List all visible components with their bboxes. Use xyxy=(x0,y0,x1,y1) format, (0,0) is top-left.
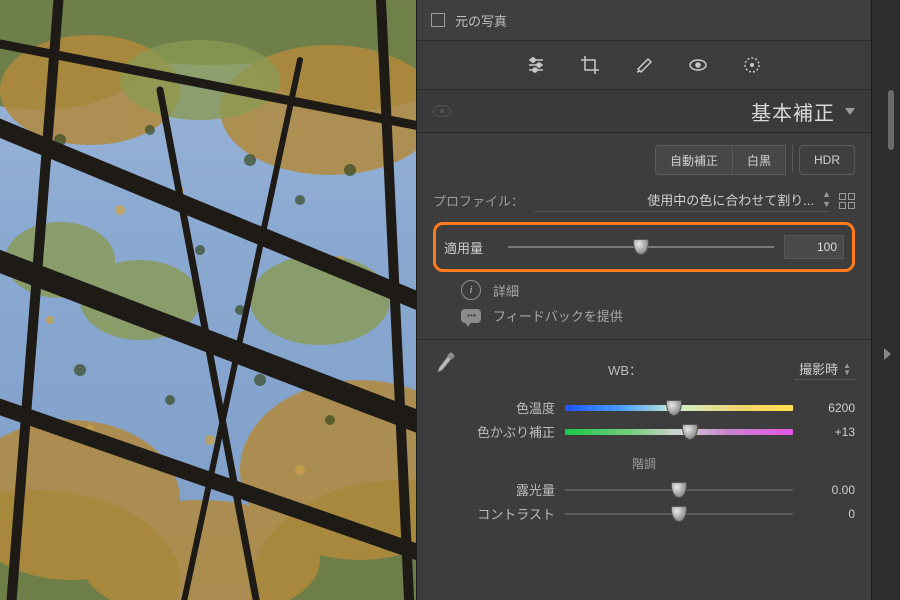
visibility-icon[interactable] xyxy=(688,55,708,75)
detail-label: 詳細 xyxy=(493,281,519,300)
wb-row: WB： 撮影時 ▲▼ xyxy=(433,352,855,386)
exposure-slider[interactable] xyxy=(565,481,793,499)
profile-browser-icon[interactable] xyxy=(839,193,855,209)
chat-icon xyxy=(461,309,481,323)
panel-eye-icon[interactable] xyxy=(433,105,451,117)
photo-preview xyxy=(0,0,417,600)
tint-label: 色かぶり補正 xyxy=(433,422,555,441)
panel-edge xyxy=(871,0,900,600)
toolstrip xyxy=(417,41,871,90)
exposure-value[interactable]: 0.00 xyxy=(803,483,855,497)
amount-label: 適用量 xyxy=(444,238,498,257)
updown-icon: ▲▼ xyxy=(822,189,829,209)
temperature-label: 色温度 xyxy=(433,398,555,417)
amount-value[interactable]: 100 xyxy=(784,235,844,259)
develop-panel: 元の写真 基本補正 自動補正 白黒 HDR xyxy=(417,0,871,600)
edit-sliders-icon[interactable] xyxy=(526,55,546,75)
crop-icon[interactable] xyxy=(580,55,600,75)
profile-value: 使用中の色に合わせて割り... xyxy=(647,190,814,209)
panel-collapse-icon[interactable] xyxy=(845,108,855,115)
preview-svg xyxy=(0,0,416,600)
button-divider xyxy=(792,145,793,173)
temperature-value[interactable]: 6200 xyxy=(803,401,855,415)
auto-button[interactable]: 自動補正 xyxy=(655,145,733,175)
amount-slider[interactable] xyxy=(508,238,774,256)
feedback-label: フィードバックを提供 xyxy=(493,306,623,325)
profile-label: プロファイル： xyxy=(433,191,524,210)
amount-highlight: 適用量 100 xyxy=(433,222,855,272)
tint-value[interactable]: +13 xyxy=(803,425,855,439)
contrast-label: コントラスト xyxy=(433,504,555,523)
temperature-slider[interactable] xyxy=(565,399,793,417)
wb-preset: 撮影時 xyxy=(799,359,838,378)
panel-title: 基本補正 xyxy=(751,97,835,126)
scroll-grip[interactable] xyxy=(888,90,894,150)
exposure-row: 露光量 0.00 xyxy=(433,480,855,499)
heal-icon[interactable] xyxy=(634,55,654,75)
exposure-label: 露光量 xyxy=(433,480,555,499)
divider xyxy=(417,339,871,340)
radial-icon[interactable] xyxy=(742,55,762,75)
feedback-link[interactable]: フィードバックを提供 xyxy=(461,306,855,325)
contrast-slider[interactable] xyxy=(565,505,793,523)
tint-row: 色かぶり補正 +13 xyxy=(433,422,855,441)
tint-slider[interactable] xyxy=(565,423,793,441)
updown-icon: ▲▼ xyxy=(843,362,851,376)
tone-section-label: 階調 xyxy=(433,455,855,472)
wb-label: WB： xyxy=(467,360,783,379)
eyedropper-icon[interactable] xyxy=(433,352,455,386)
hdr-button[interactable]: HDR xyxy=(799,145,855,175)
contrast-value[interactable]: 0 xyxy=(803,507,855,521)
treatment-buttons: 自動補正 白黒 HDR xyxy=(433,145,855,175)
profile-row: プロファイル： 使用中の色に合わせて割り... ▲▼ xyxy=(433,189,855,212)
contrast-row: コントラスト 0 xyxy=(433,504,855,523)
detail-link[interactable]: i 詳細 xyxy=(461,280,855,300)
square-icon xyxy=(431,13,445,27)
profile-dropdown[interactable]: 使用中の色に合わせて割り... ▲▼ xyxy=(534,189,829,212)
expand-arrow-icon[interactable] xyxy=(884,348,891,360)
panel-header[interactable]: 基本補正 xyxy=(417,90,871,133)
temperature-row: 色温度 6200 xyxy=(433,398,855,417)
original-photo-toggle[interactable]: 元の写真 xyxy=(417,0,871,41)
info-icon: i xyxy=(461,280,481,300)
wb-preset-dropdown[interactable]: 撮影時 ▲▼ xyxy=(795,358,855,380)
bw-button[interactable]: 白黒 xyxy=(733,145,786,175)
original-photo-label: 元の写真 xyxy=(455,11,507,30)
